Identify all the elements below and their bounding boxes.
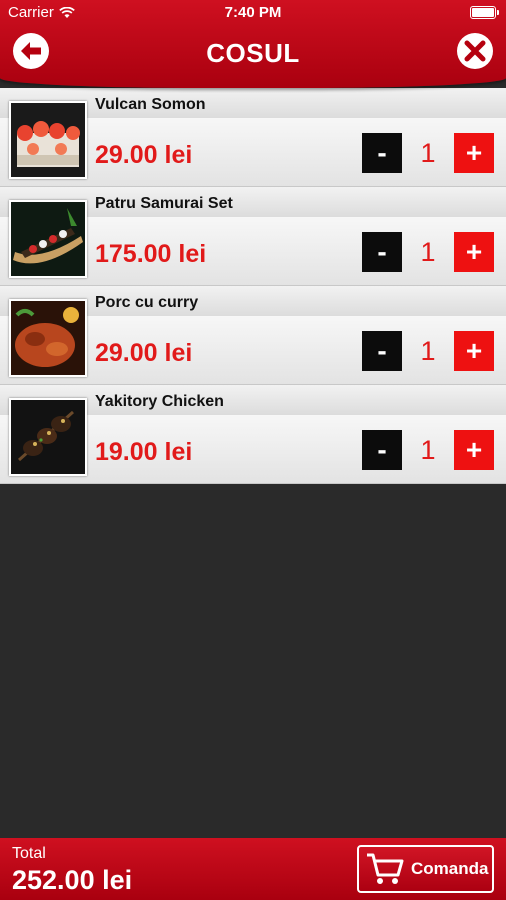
- decrease-quantity-button[interactable]: -: [362, 331, 402, 371]
- quantity-value: 1: [420, 237, 436, 267]
- product-price: 19.00 lei: [95, 438, 193, 466]
- cart-item: Porc cu curry 29.00 lei - 1 +: [0, 286, 506, 385]
- product-price: 175.00 lei: [95, 240, 207, 268]
- quantity-value: 1: [420, 435, 436, 465]
- product-name: Porc cu curry: [95, 294, 199, 311]
- status-bar: Carrier 7:40 PM: [0, 0, 506, 26]
- order-button-label: Comanda: [411, 859, 489, 878]
- close-icon: [464, 40, 486, 62]
- decrease-quantity-button[interactable]: -: [362, 133, 402, 173]
- product-name: Yakitory Chicken: [95, 393, 224, 410]
- cart-item: Vulcan Somon 29.00 lei - 1 +: [0, 88, 506, 187]
- app-header: Carrier 7:40 PM COSUL: [0, 0, 506, 88]
- decrease-quantity-button[interactable]: -: [362, 430, 402, 470]
- quantity-value: 1: [420, 336, 436, 366]
- increase-quantity-button[interactable]: +: [454, 430, 494, 470]
- increase-quantity-button[interactable]: +: [454, 232, 494, 272]
- close-button[interactable]: [457, 33, 493, 69]
- product-image: [9, 101, 87, 179]
- cart-item: Yakitory Chicken 19.00 lei - 1 +: [0, 385, 506, 484]
- page-title: COSUL: [206, 38, 300, 68]
- product-name: Vulcan Somon: [95, 96, 206, 113]
- product-image: [9, 200, 87, 278]
- quantity-value: 1: [420, 138, 436, 168]
- product-image: [9, 398, 87, 476]
- battery-icon: [470, 6, 499, 19]
- total-value: 252.00 lei: [12, 865, 133, 895]
- order-button[interactable]: Comanda: [357, 845, 494, 893]
- status-time: 7:40 PM: [224, 4, 282, 21]
- increase-quantity-button[interactable]: +: [454, 133, 494, 173]
- cart-list: Vulcan Somon 29.00 lei - 1 + Patru Samur…: [0, 88, 506, 484]
- product-price: 29.00 lei: [95, 339, 193, 367]
- cart-icon: [367, 853, 404, 884]
- increase-quantity-button[interactable]: +: [454, 331, 494, 371]
- decrease-quantity-button[interactable]: -: [362, 232, 402, 272]
- total-label: Total: [12, 845, 46, 862]
- product-image: [9, 299, 87, 377]
- product-name: Patru Samurai Set: [95, 195, 233, 212]
- cart-item: Patru Samurai Set 175.00 lei - 1 +: [0, 187, 506, 286]
- product-price: 29.00 lei: [95, 141, 193, 169]
- cart-footer: Total 252.00 lei Comanda: [0, 838, 506, 900]
